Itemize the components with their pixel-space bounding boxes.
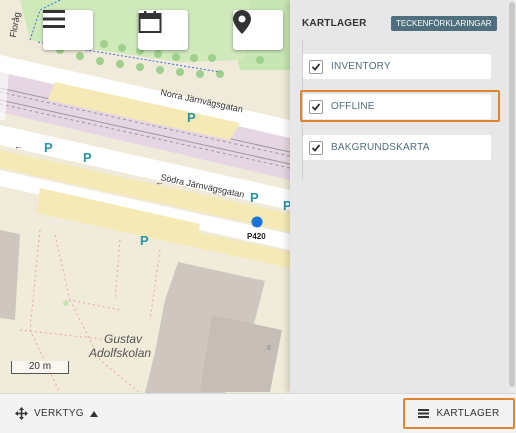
layers-toggle-button[interactable]: KARTLAGER	[403, 398, 515, 429]
layers-panel: KARTLAGER TECKENFÖRKLARINGAR INVENTORY O…	[290, 0, 516, 393]
oneway-arrow-icon: ←	[14, 141, 23, 151]
oneway-arrow-icon: ←	[155, 177, 164, 187]
location-pin-icon	[233, 10, 251, 34]
parking-label: P	[250, 190, 259, 205]
place-label-line2: Adolfskolan	[88, 346, 151, 360]
move-icon	[15, 407, 28, 420]
poi-marker[interactable]	[251, 216, 263, 228]
checkbox[interactable]	[309, 140, 323, 155]
calendar-icon	[138, 11, 162, 33]
legend-button[interactable]: TECKENFÖRKLARINGAR	[391, 16, 497, 31]
bottom-toolbar: VERKTYG KARTLAGER	[0, 393, 516, 433]
layer-label: INVENTORY	[331, 61, 391, 72]
building-number: 8	[267, 345, 271, 352]
location-button[interactable]	[233, 10, 283, 50]
scrollbar-thumb[interactable]	[509, 2, 515, 387]
tools-label: VERKTYG	[34, 408, 84, 419]
app-window: Norra Järnvägsgatan Södra Järnvägsgatan …	[0, 0, 516, 433]
parking-label: P	[83, 150, 92, 165]
checkmark-icon	[311, 102, 321, 111]
tools-button[interactable]: VERKTYG	[15, 407, 98, 420]
marker-label: P420	[247, 232, 266, 241]
menu-button[interactable]	[43, 10, 93, 50]
scrollbar[interactable]	[508, 0, 516, 393]
map-canvas[interactable]: Norra Järnvägsgatan Södra Järnvägsgatan …	[0, 0, 290, 393]
parking-label: P	[44, 140, 53, 155]
checkbox[interactable]	[309, 99, 323, 114]
place-label-line1: Gustav	[104, 332, 143, 346]
checkmark-icon	[311, 62, 321, 71]
layers-toggle-label: KARTLAGER	[436, 408, 500, 419]
layer-item-inventory[interactable]: INVENTORY	[303, 54, 491, 79]
layer-label: BAKGRUNDSKARTA	[331, 142, 430, 153]
parking-label: P	[140, 233, 149, 248]
parking-label: P	[283, 198, 290, 213]
checkbox[interactable]	[309, 59, 323, 74]
scale-bar: 20 m	[11, 361, 69, 374]
layer-label: OFFLINE	[331, 101, 375, 112]
menu-icon	[43, 10, 65, 28]
list-icon	[418, 409, 430, 418]
layer-item-offline[interactable]: OFFLINE	[303, 94, 491, 119]
parking-label: P	[187, 110, 196, 125]
checkmark-icon	[311, 143, 321, 152]
panel-title: KARTLAGER	[302, 18, 367, 29]
layer-item-bakgrundskarta[interactable]: BAKGRUNDSKARTA	[303, 135, 491, 160]
map-view[interactable]: Norra Järnvägsgatan Södra Järnvägsgatan …	[0, 0, 290, 393]
calendar-button[interactable]	[138, 10, 188, 50]
caret-up-icon	[89, 410, 98, 417]
